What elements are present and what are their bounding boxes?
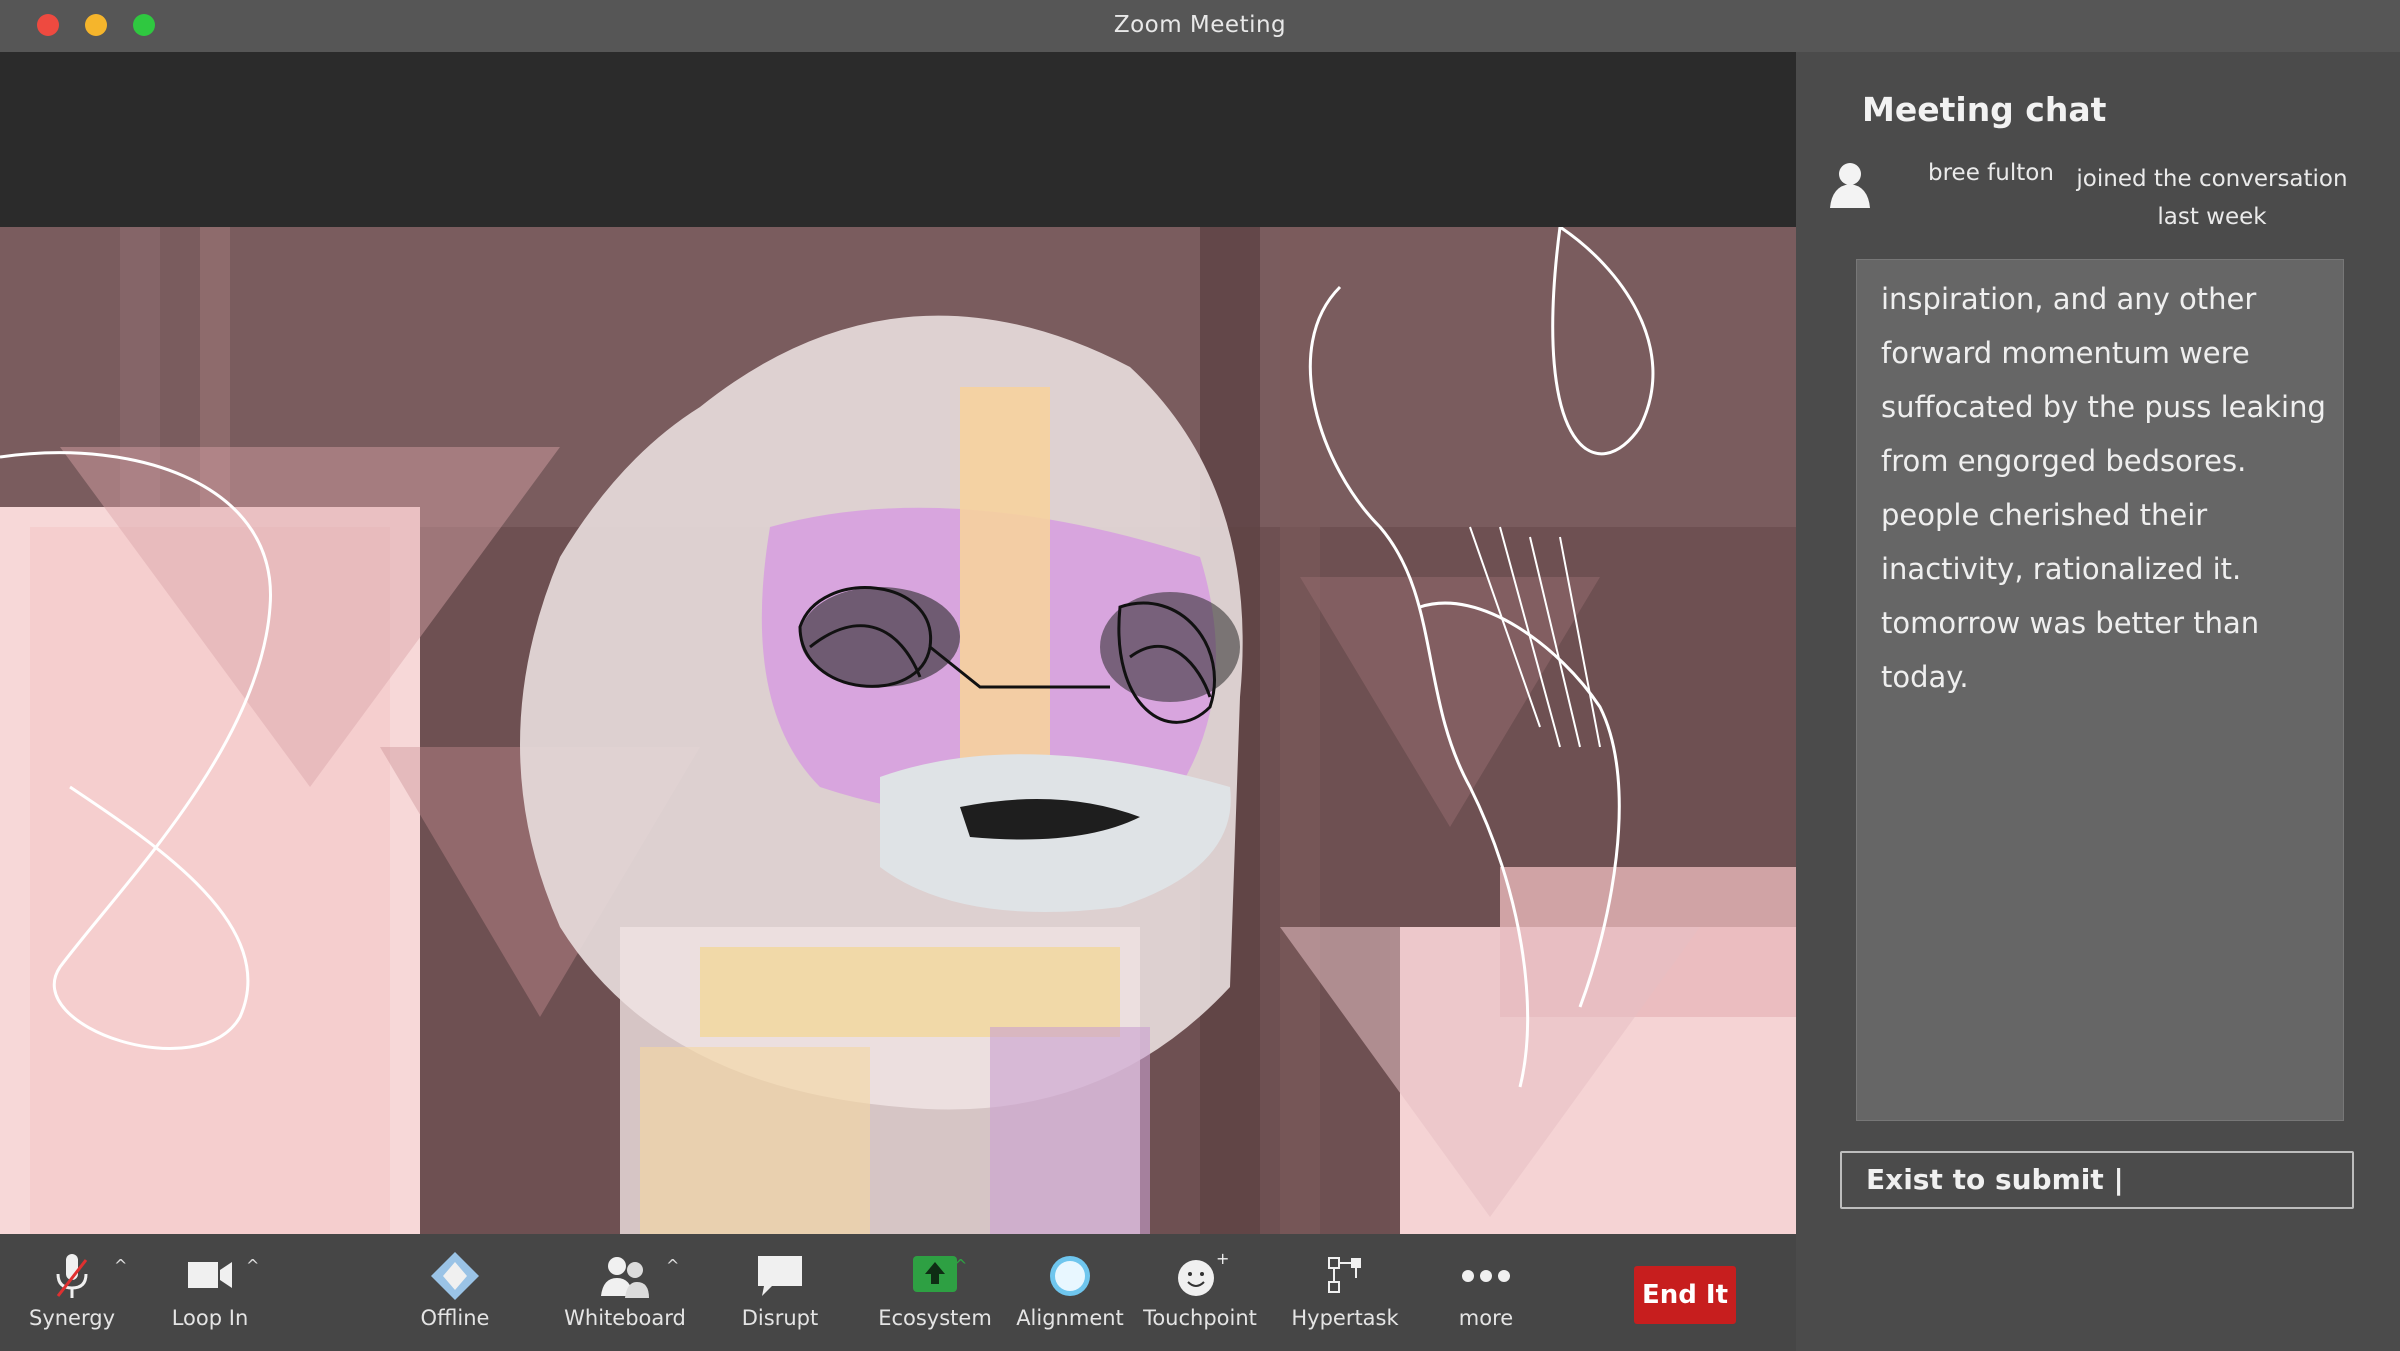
more-button[interactable]: more bbox=[1436, 1234, 1536, 1351]
video-area bbox=[0, 52, 1796, 1234]
video-camera-icon bbox=[188, 1262, 232, 1288]
participants-icon bbox=[601, 1257, 649, 1298]
chat-notice-text: joined the conversation last week bbox=[2062, 160, 2362, 236]
chat-message-text: inspiration, and any other forward momen… bbox=[1881, 282, 2326, 694]
title-bar: Zoom Meeting bbox=[0, 0, 2400, 52]
hypertask-button[interactable]: Hypertask bbox=[1280, 1234, 1410, 1351]
whiteboard-caret-icon[interactable]: ^ bbox=[666, 1256, 684, 1275]
chat-title: Meeting chat bbox=[1862, 90, 2107, 129]
ecosystem-caret-icon[interactable]: ^ bbox=[954, 1256, 972, 1275]
ecosystem-label: Ecosystem bbox=[878, 1306, 992, 1330]
video-top-band bbox=[0, 52, 1796, 227]
synergy-button[interactable]: Synergy bbox=[18, 1234, 126, 1351]
hypertask-label: Hypertask bbox=[1291, 1306, 1399, 1330]
alignment-button[interactable]: Alignment bbox=[1010, 1234, 1130, 1351]
whiteboard-button[interactable]: Whiteboard bbox=[560, 1234, 690, 1351]
window-title: Zoom Meeting bbox=[1113, 12, 1287, 38]
alignment-label: Alignment bbox=[1016, 1306, 1124, 1330]
loop-in-caret-icon[interactable]: ^ bbox=[246, 1256, 264, 1275]
abstract-portrait-image bbox=[0, 227, 1796, 1234]
chat-panel: Meeting chat bree fulton joined the conv… bbox=[1796, 52, 2400, 1351]
muted-microphone-icon bbox=[56, 1254, 88, 1298]
chat-message-box: inspiration, and any other forward momen… bbox=[1856, 259, 2344, 1121]
egg-circle-icon bbox=[1050, 1256, 1090, 1296]
participant-video-feed[interactable] bbox=[0, 227, 1796, 1234]
loop-in-button[interactable]: Loop In bbox=[150, 1234, 270, 1351]
svg-text:+: + bbox=[1216, 1249, 1228, 1268]
chat-input[interactable]: Exist to submit | bbox=[1840, 1151, 2354, 1209]
ecosystem-button[interactable]: Ecosystem bbox=[870, 1234, 1000, 1351]
chat-join-notice: bree fulton joined the conversation last… bbox=[1828, 160, 2388, 240]
network-icon bbox=[1328, 1257, 1361, 1293]
loop-in-label: Loop In bbox=[171, 1306, 249, 1330]
diamond-shield-icon bbox=[431, 1252, 479, 1300]
disrupt-button[interactable]: Disrupt bbox=[730, 1234, 830, 1351]
touchpoint-label: Touchpoint bbox=[1143, 1306, 1257, 1330]
whiteboard-label: Whiteboard bbox=[564, 1306, 686, 1330]
offline-label: Offline bbox=[420, 1306, 490, 1330]
synergy-label: Synergy bbox=[28, 1306, 115, 1330]
disrupt-label: Disrupt bbox=[741, 1306, 819, 1330]
chat-notice-line-2: last week bbox=[2157, 204, 2267, 230]
smiley-plus-icon: + bbox=[1178, 1249, 1228, 1296]
offline-button[interactable]: Offline bbox=[400, 1234, 510, 1351]
ellipsis-icon bbox=[1462, 1270, 1510, 1282]
chat-notice-line-1: joined the conversation bbox=[2076, 166, 2348, 192]
chat-input-text: Exist to submit | bbox=[1866, 1163, 2124, 1196]
synergy-caret-icon[interactable]: ^ bbox=[114, 1256, 132, 1275]
user-avatar-icon bbox=[1830, 163, 1870, 208]
meeting-toolbar: Synergy ^ Loop In ^ Offline Whiteboard ^… bbox=[0, 1234, 1796, 1351]
chat-notice-name: bree fulton bbox=[1928, 160, 2054, 186]
touchpoint-button[interactable]: + Touchpoint bbox=[1140, 1234, 1260, 1351]
speech-bubble-icon bbox=[758, 1256, 802, 1296]
end-meeting-button[interactable]: End It bbox=[1634, 1266, 1736, 1324]
more-label: more bbox=[1458, 1306, 1514, 1330]
